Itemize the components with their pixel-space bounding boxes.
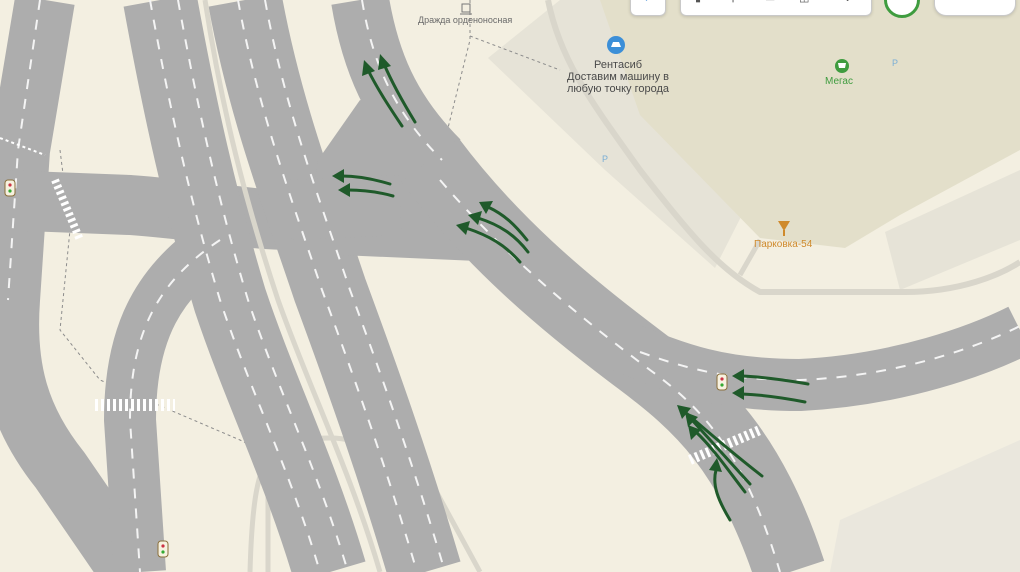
megas-label[interactable]: Мегас	[825, 76, 853, 88]
car-icon[interactable]: ◫	[799, 0, 809, 4]
snowflake-icon: ❄	[642, 0, 651, 4]
traffic-light-icon	[157, 540, 169, 558]
map-canvas[interactable]	[0, 0, 1020, 572]
rent-desc-2: любую точку города	[567, 83, 669, 95]
bus-icon[interactable]: ▭	[765, 0, 775, 4]
parking-mark-1: P	[892, 58, 899, 68]
station-marker	[460, 3, 472, 15]
user-control[interactable]: ◔	[934, 0, 1016, 16]
traffic-light-icon	[4, 179, 16, 197]
car-rental-icon[interactable]	[607, 36, 625, 54]
cart-icon[interactable]	[835, 59, 849, 73]
chevron-down-icon[interactable]: ⌄	[843, 0, 852, 4]
snowflake-control[interactable]: ❄	[630, 0, 666, 16]
transit-icon[interactable]: ▮	[695, 0, 701, 4]
parking-mark-2: P	[602, 154, 609, 164]
mall-lower-area	[830, 440, 1020, 572]
road-west-link	[288, 175, 402, 240]
transport-mode-control[interactable]: ▮ ⚲ ▭ ◫ ⌄	[680, 0, 872, 16]
user-icon: ◔	[945, 0, 952, 3]
walk-icon[interactable]: ⚲	[729, 0, 737, 4]
rent-name[interactable]: Рентасиб	[585, 59, 651, 71]
parking-label[interactable]: Парковка-54	[754, 239, 812, 251]
road-east	[610, 306, 1020, 411]
traffic-light-icon	[716, 373, 728, 391]
rent-desc-1: Доставим машину в	[567, 71, 669, 83]
station-label: Дражда орденоносная	[418, 15, 513, 25]
